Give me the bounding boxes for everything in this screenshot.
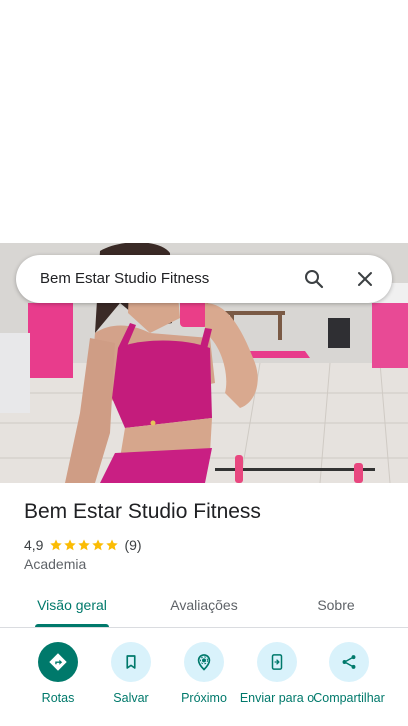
save-label: Salvar: [113, 691, 149, 705]
star-icon: [50, 539, 63, 551]
search-bar[interactable]: Bem Estar Studio Fitness: [16, 255, 392, 303]
star-icon: [106, 539, 119, 551]
review-count: (9): [124, 537, 142, 553]
nearby-icon: [184, 642, 224, 682]
close-icon[interactable]: [353, 267, 377, 291]
share-button[interactable]: Compartilhar: [311, 642, 387, 706]
nearby-label: Próximo: [181, 691, 227, 705]
directions-icon: [38, 642, 78, 682]
rating-value: 4,9: [24, 537, 44, 553]
directions-button[interactable]: Rotas: [20, 642, 96, 706]
search-query-text[interactable]: Bem Estar Studio Fitness: [40, 255, 209, 303]
place-title: Bem Estar Studio Fitness: [24, 500, 261, 523]
send-to-phone-label: Enviar para o: [239, 691, 315, 705]
tab-overview[interactable]: Visão geral: [24, 586, 120, 626]
send-to-phone-icon: [257, 642, 297, 682]
place-category: Academia: [24, 556, 87, 572]
share-icon: [329, 642, 369, 682]
star-icon: [78, 539, 91, 551]
star-icon: [64, 539, 77, 551]
save-button[interactable]: Salvar: [93, 642, 169, 706]
share-label: Compartilhar: [313, 691, 385, 705]
send-to-phone-button[interactable]: Enviar para o: [239, 642, 315, 706]
rating-row[interactable]: 4,9 (9): [24, 536, 142, 554]
tab-reviews[interactable]: Avaliações: [156, 586, 252, 626]
divider: [0, 627, 408, 628]
nearby-button[interactable]: Próximo: [166, 642, 242, 706]
star-icon: [92, 539, 105, 551]
bookmark-icon: [111, 642, 151, 682]
place-tabs: Visão geral Avaliações Sobre: [0, 586, 408, 628]
directions-label: Rotas: [41, 691, 75, 705]
map-area[interactable]: [0, 0, 408, 243]
place-sheet-screen: Bem Estar Studio Fitness Bem Estar Studi…: [0, 0, 408, 726]
tab-about[interactable]: Sobre: [288, 586, 384, 626]
search-icon[interactable]: [302, 267, 326, 291]
star-rating: [49, 538, 119, 552]
